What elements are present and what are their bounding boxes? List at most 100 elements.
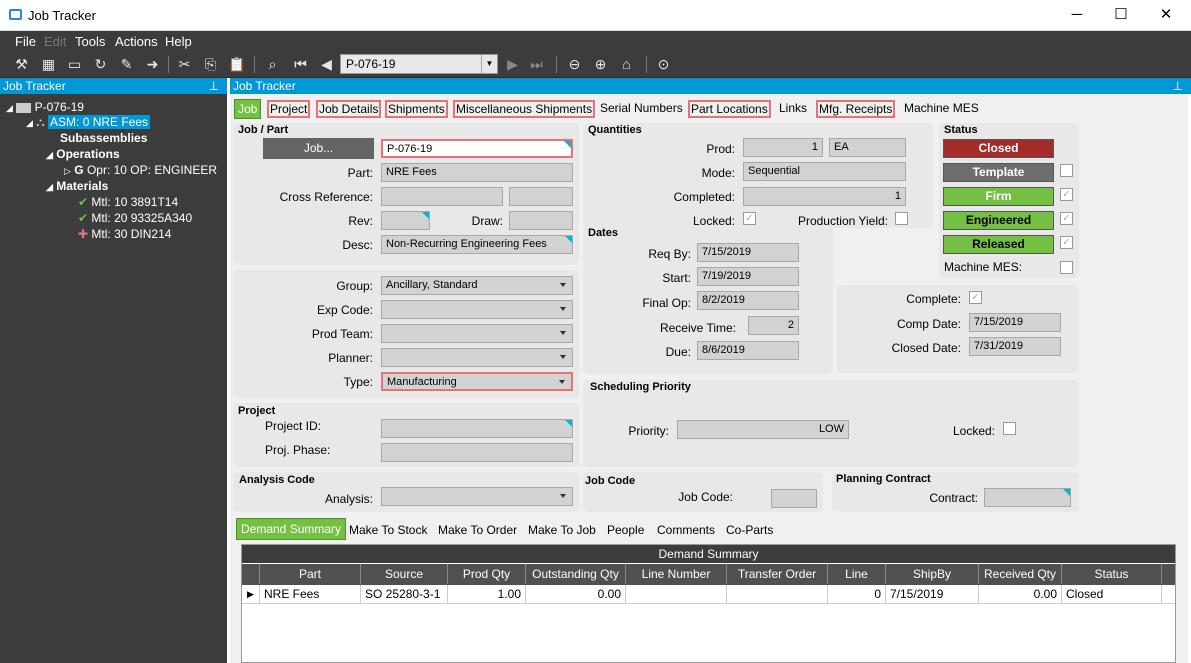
- cell-status[interactable]: Closed: [1062, 585, 1162, 604]
- menu-help[interactable]: Help: [165, 34, 192, 49]
- column-header[interactable]: Outstanding Qty: [526, 564, 626, 584]
- copy-icon[interactable]: ⎘: [202, 56, 219, 73]
- tab-make-to-stock[interactable]: Make To Stock: [346, 521, 430, 541]
- tab-project[interactable]: Project: [266, 99, 311, 119]
- cross-reference-extra-field[interactable]: [509, 187, 573, 206]
- new-icon[interactable]: ⚒: [13, 56, 30, 73]
- receive-time-field[interactable]: 2: [748, 316, 799, 335]
- draw-field[interactable]: [509, 211, 573, 230]
- mode-field[interactable]: Sequential: [743, 162, 906, 181]
- last-record-icon[interactable]: ⏭: [528, 56, 545, 73]
- rev-field[interactable]: [381, 211, 430, 230]
- tree-node-material[interactable]: ✚ Mtl: 30 DIN214: [78, 227, 171, 241]
- minimize-button[interactable]: ─: [1054, 0, 1100, 31]
- project-id-field[interactable]: [381, 419, 573, 438]
- tab-part-locations[interactable]: Part Locations: [687, 99, 772, 119]
- production-yield-checkbox[interactable]: [895, 212, 908, 225]
- tree-node-materials[interactable]: ◢ Materials: [46, 179, 108, 193]
- tab-mfg-receipts[interactable]: Mfg. Receipts: [815, 99, 896, 119]
- menu-file[interactable]: File: [15, 34, 36, 49]
- job-field[interactable]: P-076-19: [381, 139, 573, 158]
- part-field[interactable]: NRE Fees: [381, 163, 573, 182]
- uom-field[interactable]: EA: [829, 138, 906, 157]
- cell-part[interactable]: NRE Fees: [260, 585, 361, 604]
- cell-received-qty[interactable]: 0.00: [979, 585, 1062, 604]
- released-checkbox[interactable]: ✓: [1060, 236, 1073, 249]
- tree-node-material[interactable]: ✔ Mtl: 20 93325A340: [78, 211, 192, 225]
- maximize-button[interactable]: ☐: [1098, 0, 1144, 31]
- column-header[interactable]: Line: [828, 564, 886, 584]
- cell-line-number[interactable]: [626, 585, 727, 604]
- closed-status[interactable]: Closed: [943, 139, 1054, 158]
- template-status[interactable]: Template: [943, 163, 1054, 182]
- tree-node-asm[interactable]: ◢ ⛬ ASM: 0 NRE Fees: [26, 115, 151, 130]
- job-code-field[interactable]: [771, 489, 817, 508]
- cross-reference-field[interactable]: [381, 187, 503, 206]
- tab-job-details[interactable]: Job Details: [315, 99, 382, 119]
- cut-icon[interactable]: ✂: [176, 56, 193, 73]
- back-icon[interactable]: ⊖: [566, 56, 583, 73]
- tree-node-operation[interactable]: ▷ G Opr: 10 OP: ENGINEER: [64, 163, 217, 177]
- cell-line[interactable]: 0: [828, 585, 886, 604]
- tab-job[interactable]: Job: [234, 99, 262, 119]
- cell-outstanding-qty[interactable]: 0.00: [526, 585, 626, 604]
- contract-field[interactable]: [984, 488, 1071, 507]
- type-select[interactable]: Manufacturing: [381, 372, 573, 391]
- tab-make-to-job[interactable]: Make To Job: [525, 521, 599, 541]
- open-icon[interactable]: ▭: [66, 56, 83, 73]
- home-icon[interactable]: ⌂: [618, 56, 635, 73]
- proj-phase-field[interactable]: [381, 443, 573, 462]
- job-navigator-combo[interactable]: P-076-19 ▼: [340, 54, 498, 74]
- machine-mes-checkbox[interactable]: [1060, 261, 1073, 274]
- final-op-field[interactable]: 8/2/2019: [697, 291, 799, 310]
- column-header[interactable]: ShipBy: [886, 564, 979, 584]
- template-checkbox[interactable]: [1060, 164, 1073, 177]
- next-record-icon[interactable]: ▶: [504, 56, 521, 73]
- tab-shipments[interactable]: Shipments: [384, 99, 449, 119]
- start-field[interactable]: 7/19/2019: [697, 267, 799, 286]
- tab-co-parts[interactable]: Co-Parts: [723, 521, 776, 541]
- menu-actions[interactable]: Actions: [115, 34, 158, 49]
- paste-icon[interactable]: 📋: [228, 56, 245, 73]
- pin-icon[interactable]: ⊥: [209, 78, 219, 94]
- exp-code-select[interactable]: [381, 300, 573, 319]
- cell-source[interactable]: SO 25280-3-1: [361, 585, 448, 604]
- grid-icon[interactable]: ▦: [40, 56, 57, 73]
- tab-comments[interactable]: Comments: [654, 521, 718, 541]
- closed-date-field[interactable]: 7/31/2019: [969, 337, 1061, 356]
- tab-demand-summary[interactable]: Demand Summary: [236, 518, 347, 540]
- engineered-checkbox[interactable]: ✓: [1060, 212, 1073, 225]
- firm-checkbox[interactable]: ✓: [1060, 188, 1073, 201]
- cell-prod-qty[interactable]: 1.00: [448, 585, 526, 604]
- tree-node-material[interactable]: ✔ Mtl: 10 3891T14: [78, 195, 178, 209]
- tree-node-subassemblies[interactable]: Subassemblies: [60, 131, 147, 145]
- close-button[interactable]: ✕: [1143, 0, 1189, 31]
- engineered-status[interactable]: Engineered: [943, 211, 1054, 230]
- group-select[interactable]: Ancillary, Standard: [381, 276, 573, 295]
- req-by-field[interactable]: 7/15/2019: [697, 243, 799, 262]
- column-header[interactable]: Status: [1062, 564, 1162, 584]
- cell-ship-by[interactable]: 7/15/2019: [886, 585, 979, 604]
- tree-node-job[interactable]: ◢ P-076-19: [6, 100, 84, 114]
- complete-checkbox[interactable]: ✓: [969, 291, 982, 304]
- column-header[interactable]: Part: [260, 564, 361, 584]
- prod-team-select[interactable]: [381, 324, 573, 343]
- column-header[interactable]: Line Number: [626, 564, 727, 584]
- first-record-icon[interactable]: ⏮: [292, 56, 309, 73]
- scheduling-locked-checkbox[interactable]: [1003, 422, 1016, 435]
- completed-field[interactable]: 1: [743, 187, 906, 206]
- tab-machine-mes[interactable]: Machine MES: [901, 99, 982, 119]
- column-header[interactable]: Prod Qty: [448, 564, 526, 584]
- column-header[interactable]: Source: [361, 564, 448, 584]
- table-row[interactable]: ▶ NRE Fees SO 25280-3-1 1.00 0.00 0 7/15…: [242, 585, 1175, 604]
- due-field[interactable]: 8/6/2019: [697, 341, 799, 360]
- tab-make-to-order[interactable]: Make To Order: [435, 521, 520, 541]
- firm-status[interactable]: Firm: [943, 187, 1054, 206]
- cell-transfer-order[interactable]: [727, 585, 828, 604]
- chevron-down-icon[interactable]: ▼: [481, 55, 497, 73]
- desc-field[interactable]: Non-Recurring Engineering Fees: [381, 235, 573, 254]
- previous-record-icon[interactable]: ◀: [318, 56, 335, 73]
- column-header[interactable]: Transfer Order: [727, 564, 828, 584]
- priority-field[interactable]: LOW: [677, 420, 849, 439]
- tree-node-operations[interactable]: ◢ Operations: [46, 147, 120, 161]
